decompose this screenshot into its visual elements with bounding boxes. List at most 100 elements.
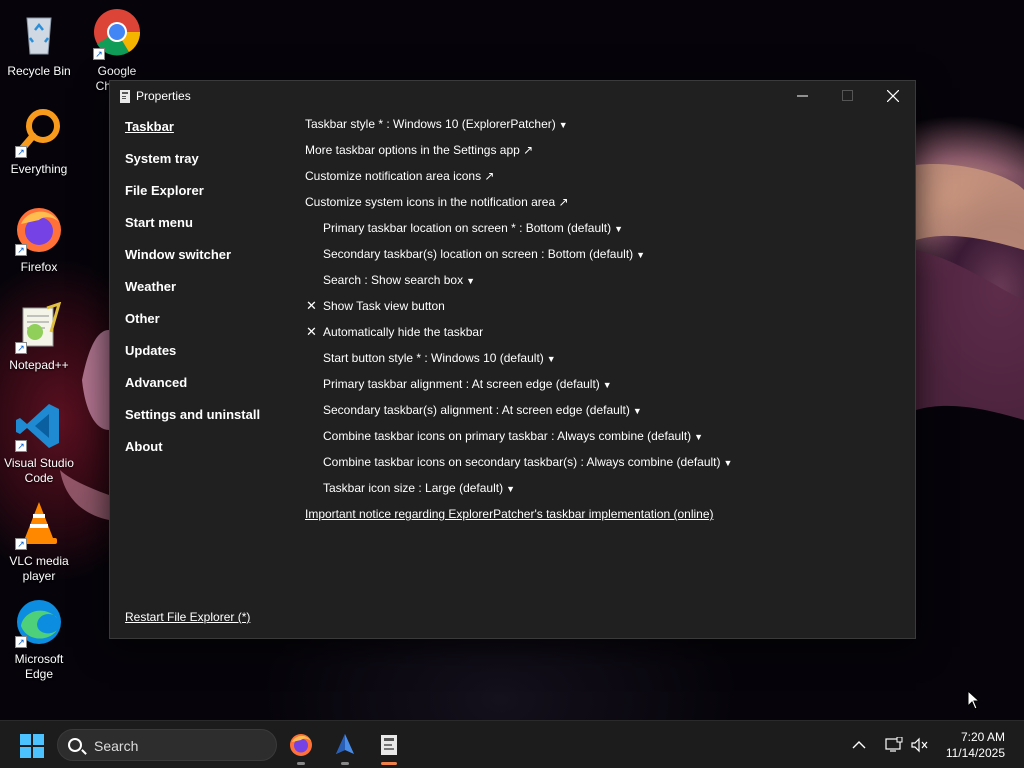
- desktop-icon-vlc[interactable]: ↗ VLC media player: [0, 498, 78, 584]
- running-indicator: [341, 762, 349, 765]
- desktop-icon-notepad-plus-plus[interactable]: ↗ Notepad++: [0, 301, 78, 373]
- sidebar-item-weather[interactable]: Weather: [125, 279, 295, 311]
- maximize-icon: [841, 90, 853, 101]
- option-taskbar-icon-size[interactable]: Taskbar icon size : Large (default) ▼: [305, 480, 905, 506]
- dropdown-arrow-icon: ▼: [602, 380, 612, 390]
- checked-x-icon: ✕: [306, 298, 317, 313]
- option-taskbar-style[interactable]: Taskbar style * : Windows 10 (ExplorerPa…: [305, 116, 905, 142]
- close-button[interactable]: [870, 81, 915, 111]
- network-icon: [885, 737, 903, 752]
- desktop-icon-label: Everything: [10, 162, 68, 176]
- desktop-icon-label: Visual Studio Code: [4, 456, 74, 485]
- tray-volume-button[interactable]: [911, 721, 929, 768]
- dropdown-arrow-icon: ▼: [466, 276, 475, 286]
- option-label: Taskbar icon size : Large (default): [323, 481, 504, 495]
- shortcut-arrow-icon: ↗: [15, 538, 27, 550]
- windows-logo-icon: [20, 734, 31, 745]
- start-button[interactable]: [20, 734, 44, 758]
- sidebar-item-other[interactable]: Other: [125, 311, 295, 343]
- option-show-task-view-button[interactable]: ✕ Show Task view button: [305, 298, 905, 324]
- option-label: Search : Show search box: [323, 273, 464, 287]
- option-label: Secondary taskbar(s) alignment : At scre…: [323, 403, 630, 417]
- sidebar-item-about[interactable]: About: [125, 439, 295, 471]
- sidebar-item-window-switcher[interactable]: Window switcher: [125, 247, 295, 279]
- recycle-bin-icon: [13, 8, 65, 60]
- taskbar-app-properties[interactable]: [371, 727, 407, 765]
- dropdown-arrow-icon: ▼: [636, 250, 646, 260]
- vlc-icon: ↗: [13, 498, 65, 550]
- option-primary-taskbar-location[interactable]: Primary taskbar location on screen * : B…: [305, 220, 905, 246]
- window-title: Properties: [136, 89, 191, 103]
- tray-network-button[interactable]: [885, 721, 903, 768]
- desktop-icon-recycle-bin[interactable]: Recycle Bin: [0, 8, 78, 79]
- search-icon: [68, 738, 82, 752]
- option-label: Combine taskbar icons on secondary taskb…: [323, 455, 721, 469]
- desktop-icon-visual-studio-code[interactable]: ↗ Visual Studio Code: [0, 400, 78, 486]
- option-label: More taskbar options in the Settings app…: [305, 143, 534, 157]
- close-icon: [886, 90, 899, 102]
- sidebar-item-file-explorer[interactable]: File Explorer: [125, 183, 295, 215]
- edge-icon: ↗: [13, 596, 65, 648]
- desktop-icon-microsoft-edge[interactable]: ↗ Microsoft Edge: [0, 596, 78, 682]
- volume-muted-icon: [911, 737, 928, 753]
- sidebar-item-settings-and-uninstall[interactable]: Settings and uninstall: [125, 407, 295, 439]
- sidebar-item-taskbar[interactable]: Taskbar: [125, 119, 295, 151]
- dropdown-arrow-icon: ▼: [558, 120, 568, 130]
- sidebar: Taskbar System tray File Explorer Start …: [125, 119, 295, 471]
- dropdown-arrow-icon: ▼: [694, 432, 704, 442]
- shortcut-arrow-icon: ↗: [15, 342, 27, 354]
- option-customize-notification-icons-link[interactable]: Customize notification area icons ↗: [305, 168, 905, 194]
- option-start-button-style[interactable]: Start button style * : Windows 10 (defau…: [305, 350, 905, 376]
- option-label: Customize system icons in the notificati…: [305, 195, 569, 209]
- option-secondary-taskbar-location[interactable]: Secondary taskbar(s) location on screen …: [305, 246, 905, 272]
- firefox-icon: [290, 734, 312, 756]
- option-label: Automatically hide the taskbar: [323, 325, 484, 339]
- option-secondary-taskbar-alignment[interactable]: Secondary taskbar(s) alignment : At scre…: [305, 402, 905, 428]
- option-label: Customize notification area icons ↗: [305, 169, 495, 183]
- taskbar-clock[interactable]: 7:20 AM 11/14/2025: [946, 729, 1005, 761]
- sidebar-item-start-menu[interactable]: Start menu: [125, 215, 295, 247]
- tray-overflow-button[interactable]: [852, 721, 866, 768]
- option-combine-primary[interactable]: Combine taskbar icons on primary taskbar…: [305, 428, 905, 454]
- desktop-icon-firefox[interactable]: ↗ Firefox: [0, 204, 78, 275]
- sidebar-item-advanced[interactable]: Advanced: [125, 375, 295, 407]
- option-customize-system-icons-link[interactable]: Customize system icons in the notificati…: [305, 194, 905, 220]
- desktop-icon-everything[interactable]: ↗ Everything: [0, 106, 78, 177]
- app-icon: [120, 89, 130, 103]
- options-list: Taskbar style * : Windows 10 (ExplorerPa…: [305, 116, 905, 532]
- option-label: Primary taskbar alignment : At screen ed…: [323, 377, 600, 391]
- document-icon: [381, 735, 397, 755]
- search-placeholder: Search: [94, 738, 139, 754]
- taskbar-app-pinned[interactable]: [327, 727, 363, 765]
- option-combine-secondary[interactable]: Combine taskbar icons on secondary taskb…: [305, 454, 905, 480]
- option-more-taskbar-options-link[interactable]: More taskbar options in the Settings app…: [305, 142, 905, 168]
- shortcut-arrow-icon: ↗: [93, 48, 105, 60]
- option-primary-taskbar-alignment[interactable]: Primary taskbar alignment : At screen ed…: [305, 376, 905, 402]
- minimize-icon: [796, 95, 808, 97]
- maximize-button[interactable]: [825, 81, 870, 111]
- option-label: Taskbar style * : Windows 10 (ExplorerPa…: [305, 117, 556, 131]
- checked-x-icon: ✕: [306, 324, 317, 339]
- dropdown-arrow-icon: ▼: [506, 484, 516, 494]
- vscode-icon: ↗: [13, 400, 65, 452]
- sidebar-item-updates[interactable]: Updates: [125, 343, 295, 375]
- taskbar-search-box[interactable]: Search: [57, 729, 277, 761]
- option-auto-hide-taskbar[interactable]: ✕ Automatically hide the taskbar: [305, 324, 905, 350]
- sidebar-item-system-tray[interactable]: System tray: [125, 151, 295, 183]
- chevron-up-icon: [852, 741, 866, 749]
- running-indicator: [297, 762, 305, 765]
- restart-file-explorer-link[interactable]: Restart File Explorer (*): [125, 610, 250, 624]
- option-search[interactable]: Search : Show search box ▼: [305, 272, 905, 298]
- app-icon: [336, 734, 354, 754]
- taskbar: Search 7:20 AM 11/14/2025: [0, 720, 1024, 768]
- shortcut-arrow-icon: ↗: [15, 244, 27, 256]
- dropdown-arrow-icon: ▼: [723, 458, 733, 468]
- option-label: Important notice regarding ExplorerPatch…: [305, 507, 714, 521]
- minimize-button[interactable]: [780, 81, 825, 111]
- taskbar-app-firefox[interactable]: [283, 727, 319, 765]
- desktop-icon-label: VLC media player: [9, 554, 69, 583]
- important-notice-link[interactable]: Important notice regarding ExplorerPatch…: [305, 506, 905, 532]
- title-bar[interactable]: Properties: [110, 81, 915, 111]
- properties-window: Properties Taskbar System tray File Expl…: [109, 80, 916, 639]
- everything-icon: ↗: [13, 106, 65, 158]
